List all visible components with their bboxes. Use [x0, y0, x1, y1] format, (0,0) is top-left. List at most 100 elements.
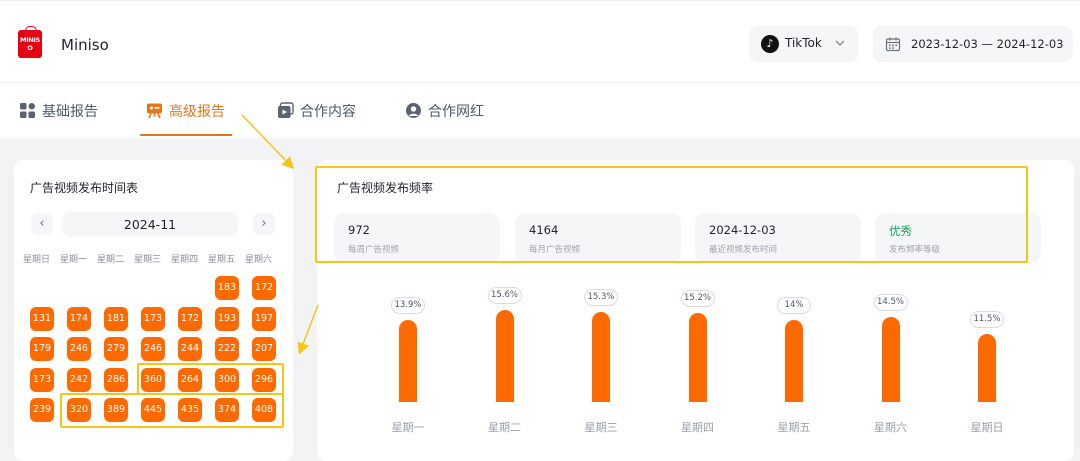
chevron-down-icon — [835, 40, 845, 46]
weekday-label: 星期一 — [59, 255, 87, 265]
chart-bar — [978, 334, 996, 402]
tab-advanced-report[interactable]: 高级报告 — [146, 83, 225, 138]
bar-value-label: 13.9% — [391, 297, 425, 315]
weekday-label: 星期二 — [96, 255, 124, 265]
logo-text: MINISO — [20, 36, 40, 52]
presentation-icon — [147, 103, 162, 119]
stat-weekly-videos: 972 每周广告视频 — [334, 213, 500, 263]
highlight-box-week5 — [60, 393, 284, 428]
calendar-day-cell[interactable]: 286 — [104, 367, 128, 392]
report-tabs: 基础报告 高级报告 合作内容 合作网红 — [0, 83, 1080, 138]
calendar-day-cell[interactable]: 300 — [215, 367, 239, 392]
bar-value-label: 11.5% — [970, 311, 1004, 329]
video-icon — [278, 102, 294, 118]
brand-name: Miniso — [61, 36, 109, 54]
x-tick-label: 星期四 — [681, 421, 714, 434]
calendar-day-cell[interactable]: 279 — [104, 337, 128, 361]
calendar-day-cell[interactable]: 207 — [252, 337, 276, 361]
chart-bar — [785, 319, 803, 402]
x-tick-label: 星期五 — [777, 421, 811, 434]
calendar-day-cell[interactable]: 389 — [104, 398, 128, 422]
user-icon — [406, 103, 421, 118]
date-separator: — — [981, 37, 994, 51]
chart-bar — [881, 316, 900, 402]
x-tick-label: 星期三 — [584, 421, 618, 434]
x-tick-label: 星期一 — [391, 421, 425, 434]
chart-bar — [495, 310, 514, 402]
stat-value: 2024-12-03 — [709, 223, 776, 237]
calendar-day-cell[interactable]: 296 — [252, 367, 276, 392]
frequency-title: 广告视频发布频率 — [337, 181, 434, 195]
calendar-day-cell[interactable]: 174 — [67, 306, 91, 331]
stat-frequency-grade: 优秀 发布频率等级 — [875, 213, 1041, 263]
stat-latest-post: 2024-12-03 最近视频发布时间 — [695, 213, 861, 263]
weekday-label: 星期四 — [170, 255, 198, 265]
calendar-day-cell[interactable]: 193 — [215, 306, 239, 331]
calendar-day-cell[interactable]: 445 — [141, 398, 165, 422]
calendar-day-cell[interactable]: 246 — [67, 337, 91, 361]
top-bar: MINISO Miniso ♪ TikTok 2023-12-03 — 2024… — [0, 0, 1080, 82]
next-month-button[interactable]: › — [253, 213, 275, 235]
calendar-title: 广告视频发布时间表 — [30, 181, 139, 195]
x-tick-label: 星期日 — [970, 421, 1004, 434]
calendar-day-cell[interactable]: 197 — [252, 306, 276, 331]
bar-value-label: 15.6% — [487, 287, 522, 305]
tab-label: 基础报告 — [42, 103, 98, 120]
tab-basic-report[interactable]: 基础报告 — [19, 83, 98, 138]
tiktok-icon: ♪ — [761, 35, 779, 53]
tab-collab-influencers[interactable]: 合作网红 — [405, 83, 484, 138]
chart-bar — [592, 312, 610, 402]
chart-bar — [688, 312, 707, 402]
tab-collab-content[interactable]: 合作内容 — [277, 83, 356, 138]
x-tick-label: 星期二 — [488, 421, 521, 434]
active-tab-indicator — [140, 134, 232, 136]
miniso-logo: MINISO — [18, 26, 42, 58]
stat-label: 每月广告视频 — [529, 245, 581, 255]
calendar-card: 广告视频发布时间表 ‹ 2024-11 › 星期日 星期一 星期二 星期三 星期四 星期五… — [14, 160, 293, 461]
calendar-day-cell[interactable]: 172 — [178, 306, 202, 331]
stat-value: 4164 — [529, 223, 559, 237]
calendar-day-cell[interactable]: 320 — [67, 398, 91, 422]
weekday-label: 星期三 — [133, 255, 161, 265]
date-start: 2023-12-03 — [911, 37, 978, 51]
calendar-day-cell[interactable]: 264 — [178, 367, 202, 392]
calendar-day-cell[interactable]: 179 — [30, 337, 54, 361]
calendar-icon — [885, 37, 901, 52]
tab-label: 合作内容 — [300, 103, 356, 120]
frequency-card: 广告视频发布频率 972 每周广告视频 4164 每月广告视频 2024-12-… — [315, 160, 1074, 461]
date-range-picker[interactable]: 2023-12-03 — 2024-12-03 — [873, 26, 1073, 62]
calendar-day-cell[interactable]: 244 — [178, 337, 202, 361]
calendar-day-cell[interactable]: 246 — [141, 337, 165, 361]
calendar-day-cell[interactable]: 131 — [30, 306, 54, 331]
calendar-day-cell[interactable]: 435 — [178, 398, 202, 422]
date-end: 2024-12-03 — [996, 37, 1064, 51]
tab-label: 合作网红 — [428, 103, 484, 120]
calendar-day-cell[interactable]: 360 — [141, 367, 165, 392]
bar-value-label: 14.5% — [873, 293, 908, 311]
tab-label: 高级报告 — [169, 103, 225, 120]
calendar-month: 2024-11 — [62, 212, 238, 237]
calendar-day-cell[interactable]: 242 — [67, 367, 91, 392]
grid-icon — [20, 103, 35, 118]
platform-select[interactable]: ♪ TikTok — [749, 26, 858, 62]
calendar-day-cell[interactable]: 222 — [215, 337, 239, 361]
bar-value-label: 15.3% — [584, 289, 618, 307]
calendar-day-cell[interactable]: 239 — [30, 398, 54, 422]
weekday-label: 星期日 — [22, 255, 50, 265]
stat-label: 每周广告视频 — [348, 245, 400, 255]
calendar-day-cell[interactable]: 181 — [104, 306, 128, 331]
bar-value-label: 14% — [777, 296, 811, 314]
stat-value: 972 — [348, 223, 370, 237]
calendar-day-cell[interactable]: 173 — [141, 306, 165, 331]
stat-value: 优秀 — [889, 224, 912, 238]
calendar-day-cell[interactable]: 183 — [215, 276, 239, 300]
weekday-label: 星期六 — [244, 255, 272, 265]
stat-label: 发布频率等级 — [889, 245, 941, 255]
calendar-day-cell[interactable]: 408 — [252, 398, 276, 422]
calendar-day-cell[interactable]: 374 — [215, 398, 239, 422]
calendar-day-cell[interactable]: 173 — [30, 367, 54, 392]
weekday-label: 星期五 — [207, 255, 235, 265]
prev-month-button[interactable]: ‹ — [31, 213, 53, 235]
platform-label: TikTok — [785, 36, 822, 50]
calendar-day-cell[interactable]: 172 — [252, 276, 276, 300]
